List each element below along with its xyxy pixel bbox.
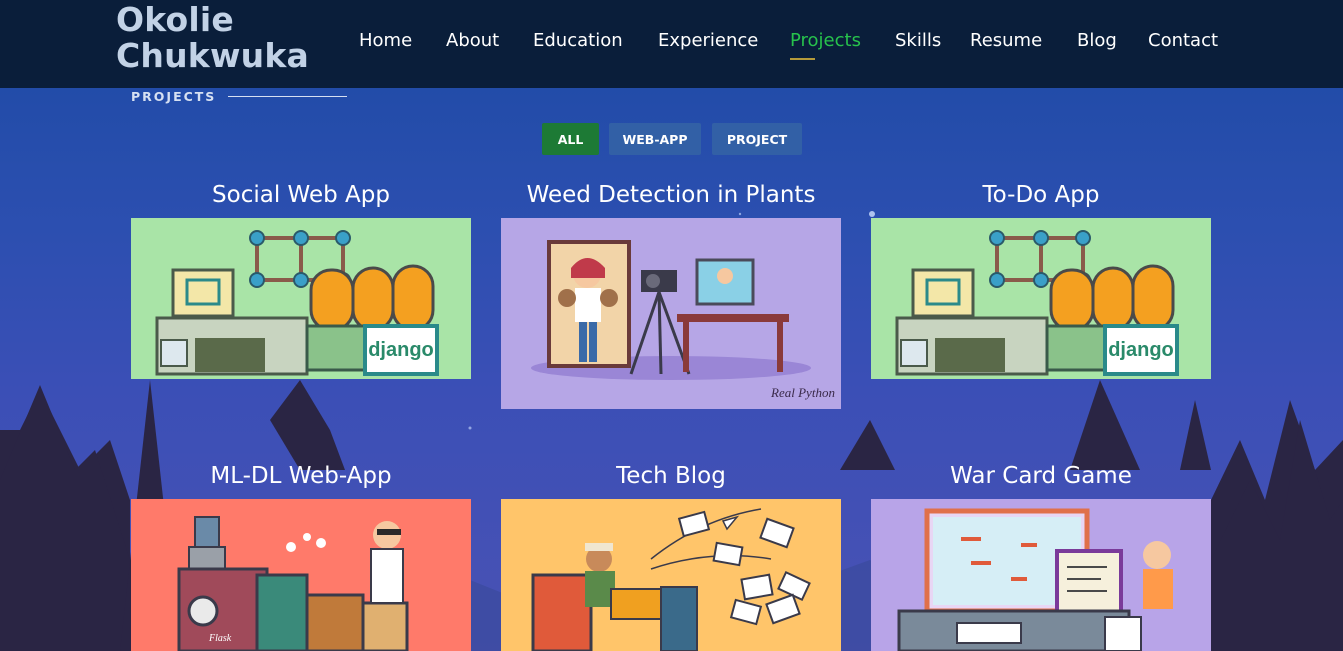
django-logo-text: django (1108, 339, 1174, 361)
real-python-logo-text: Real Python (770, 385, 835, 400)
filter-all-button[interactable]: ALL (542, 123, 599, 155)
project-image-weed-detection[interactable]: Real Python (501, 218, 841, 409)
project-title-war-card-game[interactable]: War Card Game (871, 463, 1211, 489)
django-logo-text: django (368, 339, 434, 361)
project-image-ml-dl-web-app[interactable]: Flask (131, 499, 471, 651)
project-title-weed-detection[interactable]: Weed Detection in Plants (501, 182, 841, 208)
project-image-todo-app[interactable]: django (871, 218, 1211, 379)
project-image-war-card-game[interactable] (871, 499, 1211, 651)
filter-webapp-button[interactable]: WEB-APP (609, 123, 701, 155)
project-title-ml-dl-web-app[interactable]: ML-DL Web-App (131, 463, 471, 489)
nav-resume[interactable]: Resume (970, 30, 1042, 51)
nav-about[interactable]: About (446, 30, 499, 51)
site-header: Okolie Chukwuka Home About Education Exp… (0, 0, 1343, 88)
nav-contact[interactable]: Contact (1148, 30, 1218, 51)
project-image-social-web-app[interactable]: django (131, 218, 471, 379)
main-nav: Home About Education Experience Projects… (0, 30, 1343, 60)
section-title: PROJECTS (131, 89, 217, 104)
nav-experience[interactable]: Experience (658, 30, 758, 51)
filter-project-button[interactable]: PROJECT (712, 123, 802, 155)
nav-skills[interactable]: Skills (895, 30, 941, 51)
project-title-tech-blog[interactable]: Tech Blog (501, 463, 841, 489)
nav-home[interactable]: Home (359, 30, 412, 51)
project-title-todo-app[interactable]: To-Do App (871, 182, 1211, 208)
flask-logo-text: Flask (208, 633, 232, 644)
nav-blog[interactable]: Blog (1077, 30, 1117, 51)
project-title-social-web-app[interactable]: Social Web App (131, 182, 471, 208)
active-nav-indicator (790, 58, 815, 60)
section-title-line (228, 96, 347, 97)
nav-education[interactable]: Education (533, 30, 623, 51)
nav-projects[interactable]: Projects (790, 30, 861, 51)
project-image-tech-blog[interactable] (501, 499, 841, 651)
